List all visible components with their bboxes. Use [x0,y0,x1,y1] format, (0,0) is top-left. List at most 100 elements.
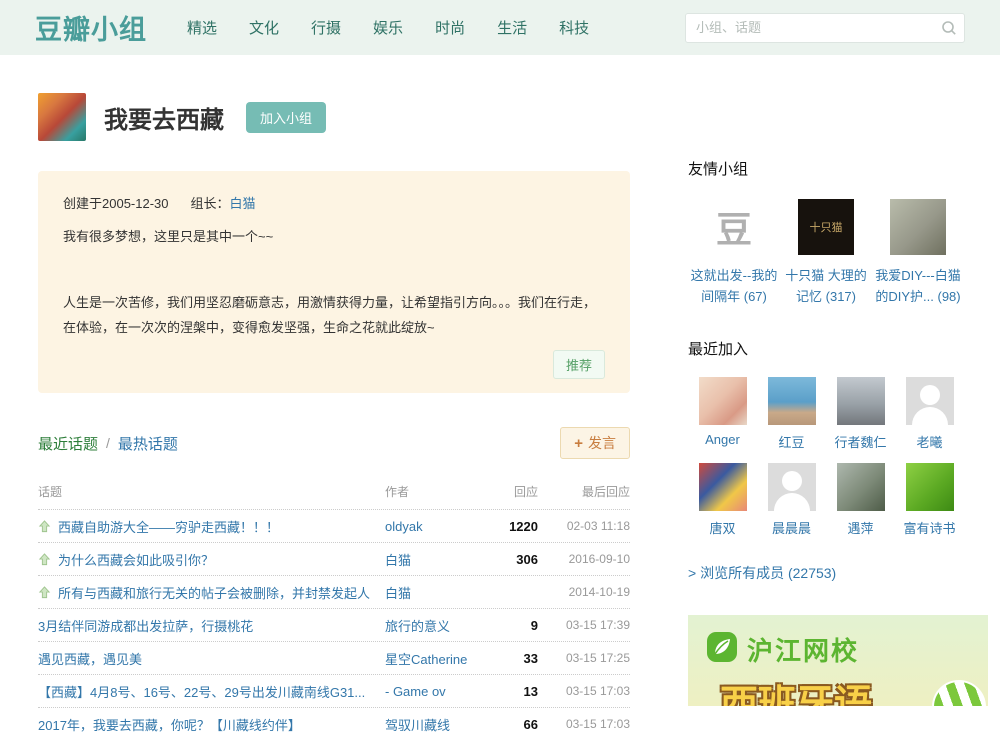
topic-link[interactable]: 【西藏】4月8号、16号、22号、29号出发川藏南线G31... [38,682,365,701]
topics-table-header: 话题 作者 回应 最后回应 [38,483,630,510]
last-reply-time: 2014-10-19 [538,585,630,599]
member-link[interactable]: 老曦 [895,432,964,451]
author-link[interactable]: 白猫 [385,586,411,601]
member-link[interactable]: 红豆 [757,432,826,451]
member-link[interactable]: 唐双 [688,518,757,537]
member-link[interactable]: 富有诗书 [895,518,964,537]
group-thumbnail[interactable]: 十只猫 [798,199,854,255]
member-item: 唐双 [688,463,757,537]
last-reply-time: 02-03 11:18 [538,519,630,533]
tab-hot-topics[interactable]: 最热话题 [118,433,178,454]
member-link[interactable]: 行者魏仁 [826,432,895,451]
member-item: 行者魏仁 [826,377,895,451]
member-link[interactable]: Anger [688,432,757,447]
author-link[interactable]: 白猫 [385,553,411,568]
nav-item-featured[interactable]: 精选 [187,17,217,38]
avatar[interactable] [699,463,747,511]
col-last-reply: 最后回应 [538,483,630,500]
avatar[interactable] [837,377,885,425]
last-reply-time: 03-15 17:03 [538,684,630,698]
member-item: 富有诗书 [895,463,964,537]
friend-group-link[interactable]: 十只猫 大理的记忆 (317) [780,265,872,308]
friend-group-link[interactable]: 这就出发--我的间隔年 (67) [688,265,780,308]
avatar[interactable] [699,377,747,425]
avatar-placeholder[interactable] [906,377,954,425]
reply-count: 33 [490,651,538,666]
topic-link[interactable]: 遇见西藏，遇见美 [38,649,142,668]
topic-link[interactable]: 3月结伴同游成都出发拉萨，行摄桃花 [38,616,253,635]
table-row: 所有与西藏和旅行无关的帖子会被删除，并封禁发起人 白猫 2014-10-19 [38,576,630,609]
search-input[interactable] [685,13,965,43]
hujiang-ad-banner[interactable]: 沪江网校 西班牙语 [688,615,988,706]
group-thumbnail[interactable] [890,199,946,255]
table-row: 遇见西藏，遇见美 星空Catherine 33 03-15 17:25 [38,642,630,675]
avatar[interactable] [837,463,885,511]
topic-link[interactable]: 为什么西藏会如此吸引你？ [58,550,214,569]
group-info-box: 创建于2005-12-30 组长：白猫 我有很多梦想，这里只是其中一个~~ 人生是… [38,171,630,393]
reply-count: 66 [490,717,538,732]
group-owner-link[interactable]: 白猫 [230,196,256,211]
friend-group-item: 十只猫 十只猫 大理的记忆 (317) [780,199,872,308]
author-link[interactable]: 星空Catherine [385,652,467,667]
ad-brand-name: 沪江网校 [747,631,859,668]
member-item: Anger [688,377,757,451]
last-reply-time: 03-15 17:03 [538,717,630,731]
nav-item-entertainment[interactable]: 娱乐 [373,17,403,38]
hujiang-leaf-icon [706,631,738,668]
group-title: 我要去西藏 [104,100,224,135]
top-nav: 精选 文化 行摄 娱乐 时尚 生活 科技 [187,17,589,38]
group-thumbnail[interactable]: 豆 [706,199,762,255]
site-header: 豆瓣小组 精选 文化 行摄 娱乐 时尚 生活 科技 [0,0,1000,55]
avatar-placeholder[interactable] [768,463,816,511]
col-title: 话题 [38,483,385,500]
table-row: 西藏自助游大全——穷驴走西藏！！！ oldyak 1220 02-03 11:1… [38,510,630,543]
reply-count: 13 [490,684,538,699]
search-icon[interactable] [941,20,957,41]
nav-item-culture[interactable]: 文化 [249,17,279,38]
table-row: 为什么西藏会如此吸引你？ 白猫 306 2016-09-10 [38,543,630,576]
pinned-arrow-icon [38,553,51,566]
group-owner-label: 组长： [191,196,230,211]
new-post-button[interactable]: +发言 [560,427,630,459]
recent-members-title: 最近加入 [688,338,988,359]
ad-headline: 西班牙语 [720,673,872,706]
group-description-line2: 人生是一次苦修，我们用坚忍磨砺意志，用激情获得力量，让希望指引方向。。。我们在行… [63,291,605,340]
topic-link[interactable]: 所有与西藏和旅行无关的帖子会被删除，并封禁发起人 [58,583,370,602]
author-link[interactable]: oldyak [385,519,423,534]
member-item: 晨晨晨 [757,463,826,537]
nav-item-tech[interactable]: 科技 [559,17,589,38]
table-row: 【西藏】4月8号、16号、22号、29号出发川藏南线G31... - Game … [38,675,630,708]
member-link[interactable]: 遇萍 [826,518,895,537]
friend-group-item: 我爱DIY---白猫的DIY护... (98) [872,199,964,308]
reply-count: 306 [490,552,538,567]
group-created-date: 创建于2005-12-30 [63,196,169,211]
pinned-arrow-icon [38,586,51,599]
nav-item-life[interactable]: 生活 [497,17,527,38]
douban-groups-logo[interactable]: 豆瓣小组 [35,8,147,47]
nav-item-travel-photo[interactable]: 行摄 [311,17,341,38]
join-group-button[interactable]: 加入小组 [246,102,326,133]
browse-all-members-link[interactable]: > 浏览所有成员 (22753) [688,563,988,583]
author-link[interactable]: - Game ov [385,684,446,699]
avatar[interactable] [768,377,816,425]
pinned-arrow-icon [38,520,51,533]
nav-item-fashion[interactable]: 时尚 [435,17,465,38]
member-item: 红豆 [757,377,826,451]
topic-link[interactable]: 西藏自助游大全——穷驴走西藏！！！ [58,517,279,536]
col-author: 作者 [385,483,490,500]
beach-ball-graphic [932,680,986,706]
member-item: 遇萍 [826,463,895,537]
friend-groups-title: 友情小组 [688,158,988,179]
group-description-line1: 我有很多梦想，这里只是其中一个~~ [63,226,605,245]
tab-recent-topics[interactable]: 最近话题 [38,433,98,454]
avatar[interactable] [906,463,954,511]
last-reply-time: 2016-09-10 [538,552,630,566]
friend-group-link[interactable]: 我爱DIY---白猫的DIY护... (98) [872,265,964,308]
topics-table: 话题 作者 回应 最后回应 西藏自助游大全——穷驴走西藏！！！ oldyak 1… [38,483,630,739]
author-link[interactable]: 驾驭川藏线 [385,718,450,733]
recommend-button[interactable]: 推荐 [553,350,605,379]
topic-link[interactable]: 2017年，我要去西藏，你呢？【川藏线约伴】 [38,715,301,734]
reply-count: 9 [490,618,538,633]
author-link[interactable]: 旅行的意义 [385,619,450,634]
member-link[interactable]: 晨晨晨 [757,518,826,537]
